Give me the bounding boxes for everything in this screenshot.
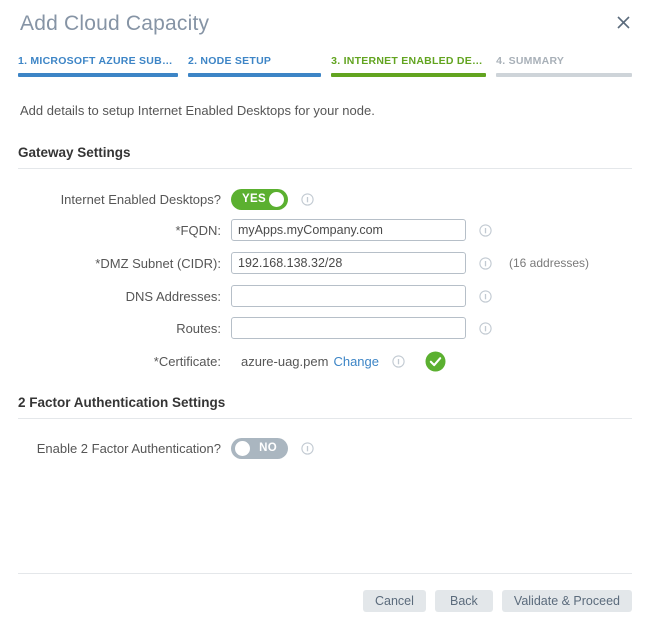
enable-2fa-row: Enable 2 Factor Authentication? NO: [0, 437, 650, 459]
wizard-step-3-bar: [331, 73, 487, 77]
wizard-step-3-label: 3. INTERNET ENABLED DESKT...: [331, 55, 487, 67]
cancel-button[interactable]: Cancel: [362, 590, 426, 612]
footer-actions: Cancel Back Validate & Proceed: [362, 590, 632, 612]
info-icon[interactable]: [479, 321, 492, 335]
fqdn-label-text: FQDN:: [180, 222, 221, 238]
certificate-filename: azure-uag.pem: [241, 353, 329, 369]
gateway-settings-divider: [18, 168, 632, 169]
fqdn-input[interactable]: [231, 219, 466, 241]
enable-2fa-label: Enable 2 Factor Authentication?: [36, 440, 221, 456]
gateway-settings-heading: Gateway Settings: [18, 145, 131, 160]
dmz-subnet-input[interactable]: [231, 252, 466, 274]
info-icon[interactable]: [392, 354, 405, 368]
wizard-step-4-label: 4. SUMMARY: [496, 55, 565, 67]
back-button[interactable]: Back: [434, 590, 493, 612]
dmz-subnet-label: *DMZ Subnet (CIDR):: [0, 256, 221, 271]
enable-2fa-toggle[interactable]: NO: [231, 437, 288, 459]
wizard-step-2-bar: [188, 73, 322, 77]
wizard-step-4-bar: [496, 73, 632, 77]
toggle-knob: [269, 191, 284, 207]
wizard-step-1-bar: [18, 73, 178, 77]
info-icon[interactable]: [301, 441, 314, 455]
dmz-subnet-hint: (16 addresses): [509, 256, 590, 270]
certificate-label: *Certificate:: [0, 354, 221, 369]
certificate-change-link[interactable]: Change: [333, 354, 379, 369]
routes-row: Routes:: [0, 317, 650, 339]
info-icon[interactable]: [479, 256, 492, 270]
toggle-knob: [235, 440, 250, 456]
dmz-subnet-label-text: DMZ Subnet (CIDR):: [100, 255, 221, 271]
two-factor-settings-heading: 2 Factor Authentication Settings: [18, 395, 226, 410]
wizard-step-1[interactable]: 1. MICROSOFT AZURE SUBSCR...: [18, 55, 188, 77]
wizard-step-4[interactable]: 4. SUMMARY: [496, 55, 632, 77]
info-icon[interactable]: [479, 289, 492, 303]
internet-enabled-desktops-toggle[interactable]: YES: [231, 188, 288, 210]
close-button[interactable]: [610, 9, 636, 35]
info-icon[interactable]: [301, 192, 314, 206]
certificate-row: *Certificate: azure-uag.pem Change: [0, 350, 650, 372]
info-icon[interactable]: [479, 223, 492, 237]
wizard-step-1-label: 1. MICROSOFT AZURE SUBSCR...: [18, 55, 178, 67]
intro-text: Add details to setup Internet Enabled De…: [20, 103, 375, 118]
internet-enabled-desktops-label: Internet Enabled Desktops?: [60, 191, 221, 207]
routes-input[interactable]: [231, 317, 466, 339]
dmz-subnet-row: *DMZ Subnet (CIDR): (16 addresses): [0, 252, 650, 274]
page-title: Add Cloud Capacity: [20, 12, 210, 35]
certificate-label-text: Certificate:: [158, 353, 221, 369]
dns-addresses-input[interactable]: [231, 285, 466, 307]
fqdn-row: *FQDN:: [0, 219, 650, 241]
enable-2fa-toggle-value: NO: [259, 442, 277, 454]
check-circle-icon: [425, 351, 446, 372]
two-factor-settings-divider: [18, 418, 632, 419]
routes-label: Routes:: [176, 320, 221, 336]
wizard-step-3[interactable]: 3. INTERNET ENABLED DESKT...: [331, 55, 496, 77]
fqdn-label: *FQDN:: [0, 223, 221, 238]
wizard-step-2-label: 2. NODE SETUP: [188, 55, 272, 67]
dns-addresses-row: DNS Addresses:: [0, 285, 650, 307]
close-icon: [616, 15, 630, 29]
validate-and-proceed-button[interactable]: Validate & Proceed: [501, 590, 632, 612]
footer-divider: [18, 573, 632, 574]
dns-addresses-label: DNS Addresses:: [125, 288, 221, 304]
internet-enabled-desktops-toggle-value: YES: [242, 193, 266, 205]
wizard-step-2[interactable]: 2. NODE SETUP: [188, 55, 331, 77]
wizard-steps: 1. MICROSOFT AZURE SUBSCR... 2. NODE SET…: [18, 55, 632, 77]
internet-enabled-desktops-row: Internet Enabled Desktops? YES: [0, 188, 650, 210]
